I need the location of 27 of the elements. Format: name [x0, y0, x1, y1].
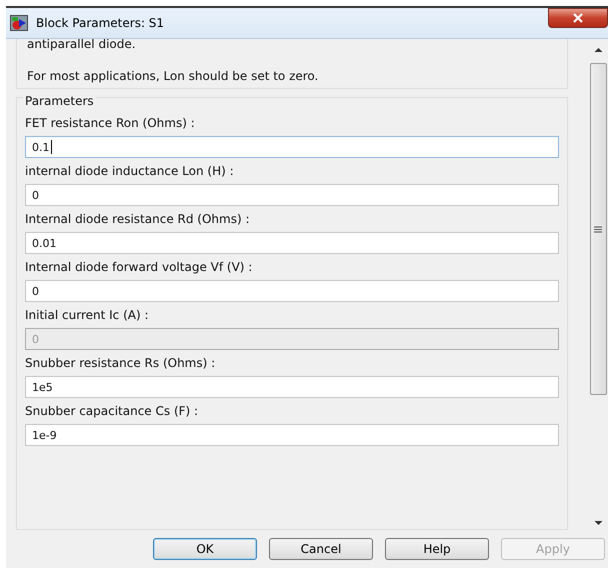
field-label: Internal diode forward voltage Vf (V) : — [25, 260, 254, 276]
field-label: Internal diode resistance Rd (Ohms) : — [25, 212, 251, 228]
close-icon — [572, 13, 584, 23]
dialog-button[interactable]: OK — [153, 538, 257, 560]
close-button[interactable] — [548, 8, 608, 28]
scroll-down-icon[interactable] — [594, 520, 602, 526]
field-label: FET resistance Ron (Ohms) : — [25, 116, 196, 132]
scroll-up-icon[interactable] — [594, 47, 602, 53]
dialog-button[interactable]: Help — [385, 538, 489, 560]
field-label: Snubber resistance Rs (Ohms) : — [25, 356, 216, 372]
input-field[interactable]: 0.1 — [25, 136, 559, 158]
group-title: Parameters — [23, 94, 96, 108]
input-field[interactable]: 0 — [25, 280, 559, 302]
input-field[interactable]: 0 — [25, 184, 559, 206]
window-title: Block Parameters: S1 — [36, 16, 164, 30]
scroll-thumb[interactable] — [590, 63, 606, 395]
dialog-button[interactable]: Cancel — [269, 538, 373, 560]
description-text: For most applications, Lon should be set to zero. — [27, 68, 320, 84]
field-label: Initial current Ic (A) : — [25, 308, 150, 324]
field-label: internal diode inductance Lon (H) : — [25, 164, 235, 180]
input-field[interactable]: 1e5 — [25, 376, 559, 398]
description-text: antiparallel diode. — [27, 39, 137, 52]
input-field[interactable]: 0.01 — [25, 232, 559, 254]
grip-icon — [594, 226, 602, 232]
input-field[interactable]: 1e-9 — [25, 424, 559, 446]
block-diagram-icon — [10, 15, 28, 31]
field-label: Snubber capacitance Cs (F) : — [25, 404, 200, 420]
